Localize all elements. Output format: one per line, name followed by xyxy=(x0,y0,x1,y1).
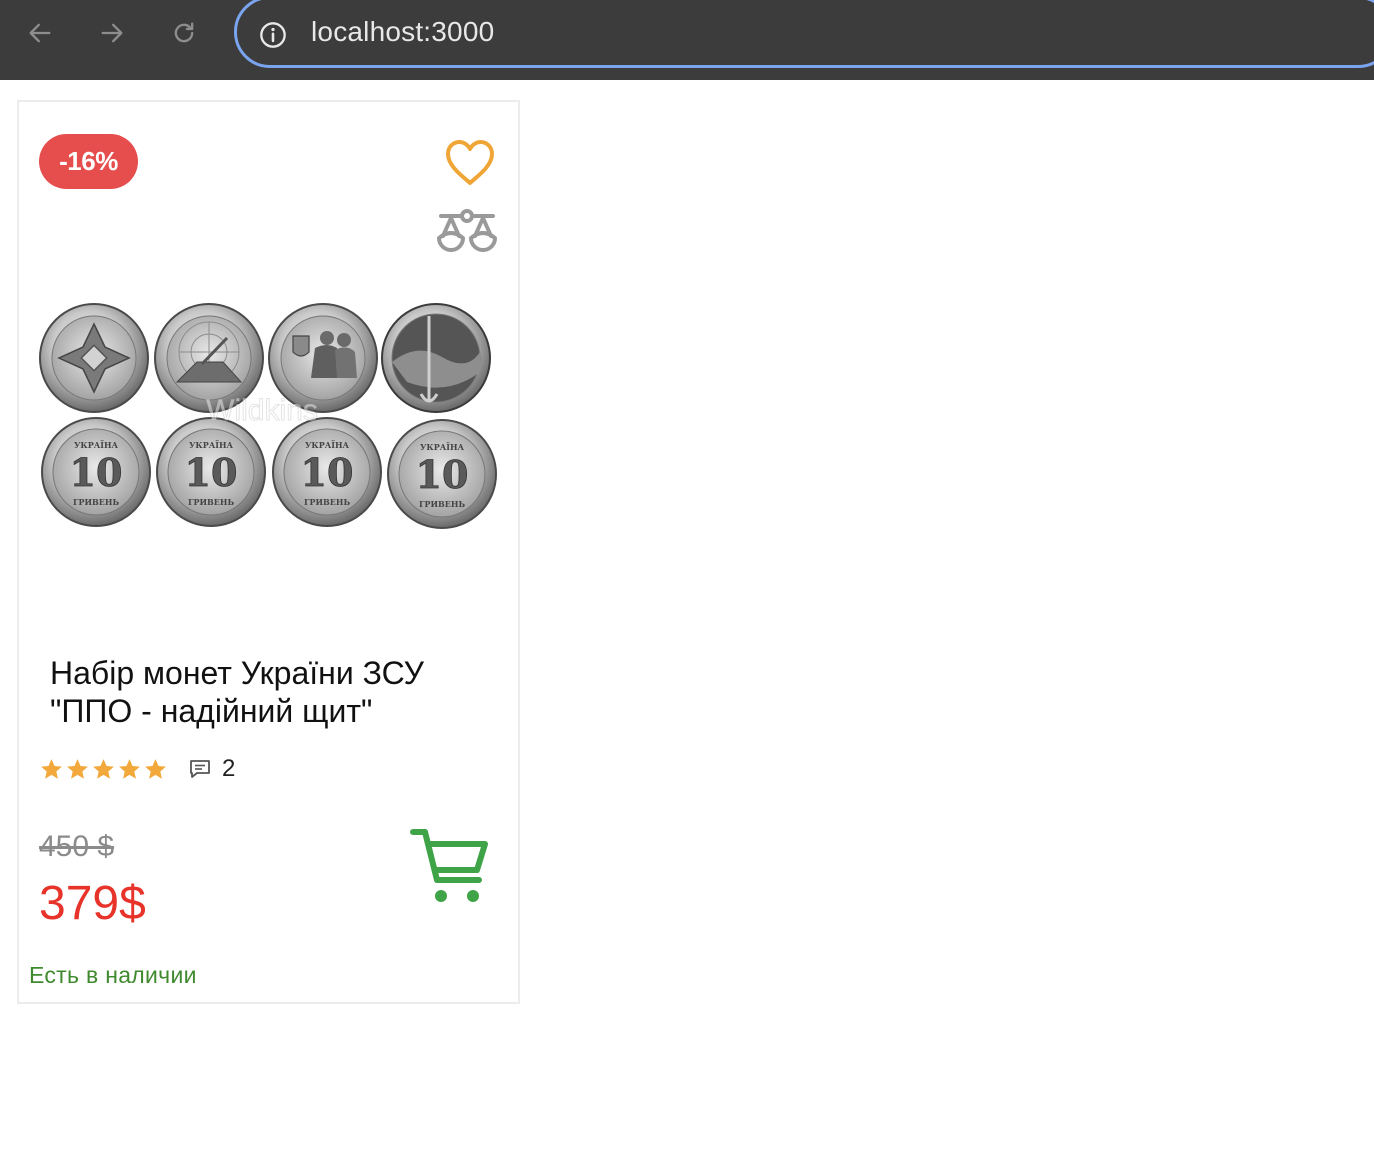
svg-text:10: 10 xyxy=(301,450,354,495)
comment-icon xyxy=(190,760,210,778)
reviews-count: 2 xyxy=(222,755,236,782)
reload-button[interactable] xyxy=(164,14,204,52)
url-text[interactable]: localhost:3000 xyxy=(311,16,494,48)
svg-text:ГРИВЕНЬ: ГРИВЕНЬ xyxy=(304,497,351,507)
star-icon xyxy=(41,758,62,779)
star-icon xyxy=(145,758,166,779)
browser-toolbar: localhost:3000 xyxy=(0,0,1374,80)
arrow-left-icon xyxy=(29,23,51,43)
svg-text:10: 10 xyxy=(70,450,123,495)
svg-text:ГРИВЕНЬ: ГРИВЕНЬ xyxy=(73,497,120,507)
svg-text:ГРИВЕНЬ: ГРИВЕНЬ xyxy=(188,497,235,507)
star-icon xyxy=(119,758,140,779)
heart-icon[interactable] xyxy=(443,138,497,188)
rating-stars xyxy=(39,757,168,782)
svg-text:УКРАЇНА: УКРАЇНА xyxy=(189,440,234,450)
coin-obverse-4 xyxy=(381,303,491,413)
info-icon[interactable] xyxy=(259,21,287,49)
back-button[interactable] xyxy=(20,14,60,52)
old-price: 450 $ xyxy=(39,830,115,863)
coin-reverse-1: УКРАЇНА 10 ГРИВЕНЬ xyxy=(41,417,151,527)
product-image[interactable]: УКРАЇНА 10 ГРИВЕНЬ УКРАЇНА 10 ГРИВЕНЬ УК… xyxy=(37,302,503,532)
star-icon xyxy=(93,758,114,779)
rating-row: 2 xyxy=(39,754,235,784)
discount-badge: -16% xyxy=(39,134,138,189)
stock-status: Есть в наличии xyxy=(29,962,197,988)
svg-text:10: 10 xyxy=(416,452,469,497)
svg-text:ГРИВЕНЬ: ГРИВЕНЬ xyxy=(419,499,466,509)
svg-text:УКРАЇНА: УКРАЇНА xyxy=(420,442,465,452)
watermark-text: Wildkins xyxy=(206,394,318,427)
coin-obverse-1 xyxy=(39,303,149,413)
product-card[interactable]: -16% УКРАЇНА 10 ГРИВЕНЬ УКРАЇНА 10 ГРИВЕ… xyxy=(17,100,520,1004)
current-price: 379$ xyxy=(39,877,146,930)
coin-reverse-3: УКРАЇНА 10 ГРИВЕНЬ xyxy=(272,417,382,527)
svg-text:10: 10 xyxy=(185,450,238,495)
cart-icon[interactable] xyxy=(409,824,493,906)
coin-reverse-4: УКРАЇНА 10 ГРИВЕНЬ xyxy=(387,419,497,529)
coin-reverse-2: УКРАЇНА 10 ГРИВЕНЬ xyxy=(156,417,266,527)
forward-button[interactable] xyxy=(92,14,132,52)
reviews-link[interactable]: 2 xyxy=(188,755,235,783)
address-bar[interactable]: localhost:3000 xyxy=(234,0,1374,68)
star-icon xyxy=(67,758,88,779)
scales-icon[interactable] xyxy=(435,204,499,262)
reload-icon xyxy=(174,22,194,43)
svg-text:УКРАЇНА: УКРАЇНА xyxy=(74,440,119,450)
svg-text:УКРАЇНА: УКРАЇНА xyxy=(305,440,350,450)
arrow-right-icon xyxy=(101,23,123,43)
product-title[interactable]: Набір монет України ЗСУ "ППО - надійний … xyxy=(50,654,490,730)
